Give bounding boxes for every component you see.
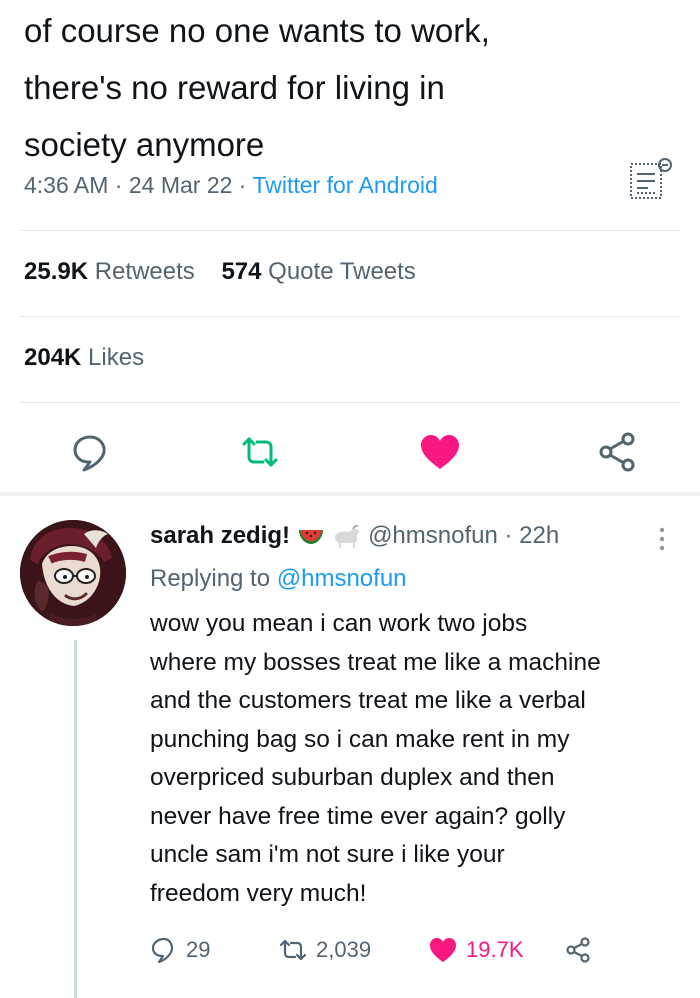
avatar-illustration — [20, 520, 126, 626]
share-icon — [566, 937, 590, 963]
meta-separator: · — [114, 172, 123, 198]
avatar[interactable] — [20, 520, 126, 626]
reply-author-name[interactable]: sarah zedig! — [150, 522, 290, 549]
section-separator — [0, 492, 700, 496]
meta-separator: · — [238, 172, 247, 198]
reply-icon — [151, 937, 174, 964]
likes-stat[interactable]: 204K Likes — [24, 344, 144, 372]
divider — [20, 230, 680, 231]
tweet-source-link[interactable]: Twitter for Android — [252, 172, 437, 198]
tweet-date: 24 Mar 22 — [128, 172, 233, 198]
replying-to: Replying to @hmsnofun — [150, 565, 407, 593]
reply-time[interactable]: 22h — [519, 522, 559, 549]
retweet-count: 2,039 — [316, 937, 372, 962]
reply-share-button[interactable] — [564, 930, 592, 970]
heart-icon — [430, 938, 456, 962]
tweet-stats: 25.9K Retweets 574 Quote Tweets — [24, 258, 416, 286]
share-icon[interactable] — [596, 430, 640, 474]
reply-header: sarah zedig! @hmsnofun · 22h — [150, 522, 559, 550]
reply-author-handle[interactable]: @hmsnofun — [368, 522, 498, 549]
divider — [20, 316, 680, 317]
retweet-icon[interactable] — [238, 430, 282, 474]
reply-count: 29 — [186, 937, 211, 962]
tweet-meta: 4:36 AM · 24 Mar 22 · Twitter for Androi… — [24, 172, 438, 199]
more-options-icon[interactable] — [652, 524, 672, 554]
reply-retweet-button[interactable]: 2,039 — [278, 930, 371, 970]
reply-icon[interactable] — [68, 430, 112, 474]
watermelon-emoji-icon — [298, 529, 323, 544]
retweets-stat[interactable]: 25.9K Retweets — [24, 258, 195, 285]
reply-like-button[interactable]: 19.7K — [428, 930, 524, 970]
meta-separator: · — [504, 522, 513, 549]
goat-emoji-icon — [335, 524, 360, 548]
thread-line — [74, 640, 77, 998]
tweet-text: of course no one wants to work, there's … — [24, 12, 490, 163]
analytics-icon[interactable] — [628, 156, 674, 202]
tweet-time: 4:36 AM — [24, 172, 109, 198]
quote-tweets-stat[interactable]: 574 Quote Tweets — [221, 258, 415, 285]
reply-text: wow you mean i can work two jobs where m… — [150, 610, 601, 907]
divider — [20, 402, 680, 403]
replying-to-mention[interactable]: @hmsnofun — [277, 565, 407, 592]
replying-to-label: Replying to — [150, 565, 271, 592]
like-count: 19.7K — [466, 937, 524, 962]
retweet-icon — [279, 939, 307, 961]
heart-icon[interactable] — [418, 430, 462, 474]
reply-reply-button[interactable]: 29 — [150, 930, 210, 970]
